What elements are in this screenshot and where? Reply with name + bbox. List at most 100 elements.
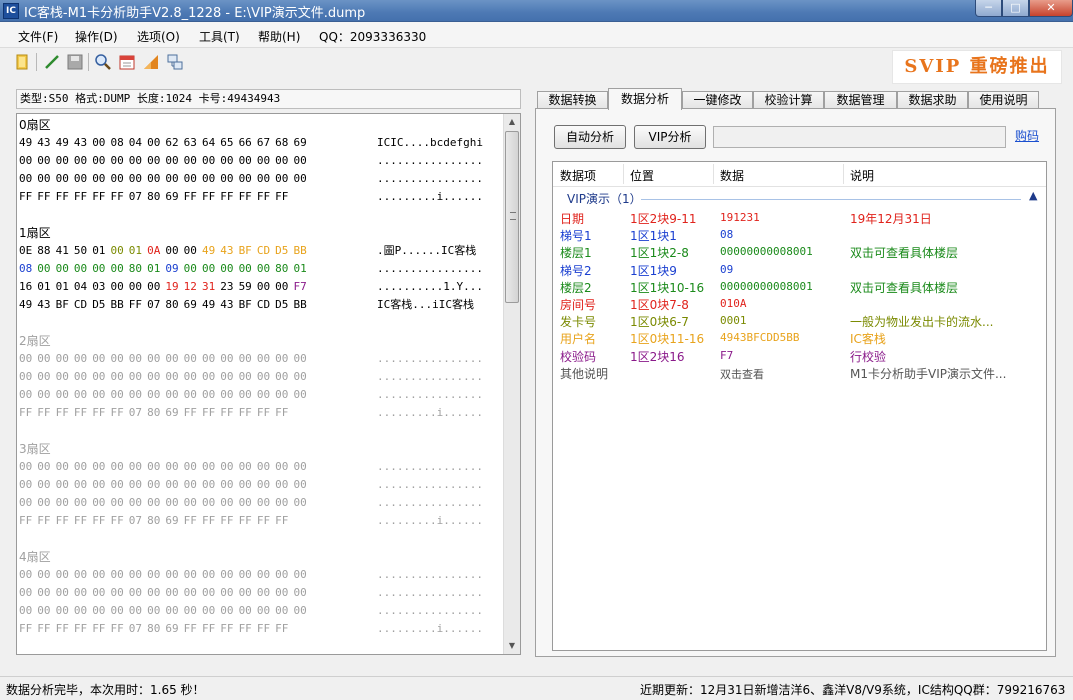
hex-byte: BB [293, 298, 307, 311]
hex-byte: 00 [55, 460, 69, 473]
scroll-down-arrow-icon[interactable]: ▼ [504, 638, 520, 654]
menu-file[interactable]: 文件(F) [18, 28, 58, 45]
hex-byte: 00 [19, 370, 33, 383]
auto-analyze-button[interactable]: 自动分析 [554, 125, 626, 149]
grid-cell-pos: 1区0块11-16 [630, 332, 705, 347]
analysis-grid[interactable]: 数据项 位置 数据 说明 VIP演示（1） ▲ 日期 1区2块9-11 191231… [552, 161, 1047, 651]
hex-byte: 00 [55, 568, 69, 581]
open-folder-icon[interactable] [14, 53, 32, 71]
hex-row[interactable]: 00 00 00 00 00 00 00 00 00 00 00 00 00 00 00 00........… [19, 458, 499, 476]
hex-row[interactable]: 08 00 00 00 00 00 80 01 09 00 00 00 00 00 80 01........… [19, 260, 499, 278]
grid-cell-desc: 一般为物业发出卡的流水... [850, 315, 994, 330]
hex-row[interactable]: 00 00 00 00 00 00 00 00 00 00 00 00 00 00 00 00........… [19, 494, 499, 512]
hex-dump-panel[interactable]: 0扇区 49 43 49 43 00 08 04 00 62 63 64 65 66 67 68 69 ICIC.… [16, 113, 521, 655]
maximize-button[interactable]: □ [1002, 0, 1029, 17]
svip-banner[interactable]: SVIP 重磅推出 [892, 50, 1062, 84]
scroll-up-arrow-icon[interactable]: ▲ [504, 114, 520, 130]
hex-byte: FF [256, 190, 271, 203]
card-info-bar: 类型:S50 格式:DUMP 长度:1024 卡号:49434943 [16, 89, 521, 109]
column-divider[interactable] [713, 164, 714, 184]
hex-byte: 00 [220, 604, 234, 617]
hex-byte: 00 [128, 352, 143, 365]
hex-byte: 49 [19, 298, 33, 311]
hex-row[interactable]: 49 43 49 43 00 08 04 00 62 63 64 65 66 67 68 69 ICIC....… [19, 134, 499, 152]
grid-row[interactable]: 校验码 1区2块16 F7 行校验 [553, 347, 1046, 364]
hex-scrollbar[interactable]: ▲ ▼ [503, 114, 520, 654]
hex-byte: 00 [238, 568, 252, 581]
grid-row[interactable]: 日期 1区2块9-11 191231 19年12月31日 [553, 209, 1046, 226]
hex-byte: 00 [147, 586, 161, 599]
grid-row[interactable]: 发卡号 1区0块6-7 0001 一般为物业发出卡的流水... [553, 312, 1046, 329]
sector-block: 3扇区 00 00 00 00 00 00 00 00 00 00 00 00 00 00 00 00.....… [19, 440, 499, 530]
grid-row[interactable]: 用户名 1区0块11-16 4943BFCDD5BB IC客栈 [553, 329, 1046, 346]
group-header[interactable]: VIP演示（1） ▲ [553, 189, 1046, 207]
hex-row[interactable]: 00 00 00 00 00 00 00 00 00 00 00 00 00 00 00 00........… [19, 170, 499, 188]
tab-data-analysis[interactable]: 数据分析 [608, 88, 682, 110]
hex-byte: 00 [19, 568, 33, 581]
hex-byte: 00 [37, 496, 51, 509]
save-disk-icon[interactable] [66, 53, 84, 71]
minimize-button[interactable]: ─ [975, 0, 1002, 17]
hex-byte: 00 [128, 460, 143, 473]
hex-byte: 69 [293, 136, 307, 149]
chevron-up-icon[interactable]: ▲ [1029, 189, 1037, 202]
hex-row[interactable]: 00 00 00 00 00 00 00 00 00 00 00 00 00 00 00 00........… [19, 584, 499, 602]
hex-byte: 88 [37, 244, 51, 257]
hex-row[interactable]: 00 00 00 00 00 00 00 00 00 00 00 00 00 00 00 00........… [19, 566, 499, 584]
edit-pen-icon[interactable] [43, 53, 61, 71]
hex-row[interactable]: FF FF FF FF FF FF 07 80 69 FF FF FF FF FF FF .........i… [19, 620, 499, 638]
hex-byte: 03 [92, 280, 106, 293]
hex-row[interactable]: 00 00 00 00 00 00 00 00 00 00 00 00 00 00 00 00........… [19, 368, 499, 386]
ascii-text: ................ [377, 478, 483, 491]
hex-byte: 00 [201, 388, 216, 401]
grid-row[interactable]: 梯号1 1区1块1 08 [553, 226, 1046, 243]
column-header-position[interactable]: 位置 [630, 167, 654, 184]
hex-row[interactable]: 00 00 00 00 00 00 00 00 00 00 00 00 00 00 00 00........… [19, 602, 499, 620]
grid-cell-item: 发卡号 [560, 315, 597, 330]
column-header-data[interactable]: 数据 [720, 167, 744, 184]
hex-row[interactable]: 00 00 00 00 00 00 00 00 00 00 00 00 00 00 00 00........… [19, 152, 499, 170]
grid-row[interactable]: 其他说明 双击查看 M1卡分析助手VIP演示文件... [553, 364, 1046, 381]
grip-icon [510, 212, 516, 220]
hex-row[interactable]: 16 01 01 04 03 00 00 00 19 12 31 23 59 00 00 F7........… [19, 278, 499, 296]
hex-row[interactable]: FF FF FF FF FF FF 07 80 69 FF FF FF FF FF FF .........i… [19, 188, 499, 206]
ascii-text: .圖P......IC客栈 [377, 244, 477, 257]
hex-byte: 00 [293, 496, 307, 509]
close-button[interactable]: ✕ [1029, 0, 1073, 17]
hex-byte: FF [201, 406, 216, 419]
status-bar: 数据分析完毕，本次用时：1.65 秒！ 近期更新：12月31日新增洁洋6、鑫洋V… [0, 676, 1073, 700]
grid-row[interactable]: 梯号2 1区1块9 09 [553, 261, 1046, 278]
hex-byte: 00 [128, 568, 143, 581]
buy-code-link[interactable]: 购码 [1015, 127, 1039, 144]
column-divider[interactable] [843, 164, 844, 184]
menu-tools[interactable]: 工具(T) [199, 28, 240, 45]
hex-row[interactable]: FF FF FF FF FF FF 07 80 69 FF FF FF FF FF FF .........i… [19, 512, 499, 530]
scroll-thumb[interactable] [505, 131, 519, 303]
hex-bytes: FF FF FF FF FF FF 07 80 69 FF FF FF FF FF FF [19, 512, 293, 530]
network-icon[interactable] [166, 53, 184, 71]
hex-row[interactable]: 00 00 00 00 00 00 00 00 00 00 00 00 00 00 00 00........… [19, 476, 499, 494]
column-header-item[interactable]: 数据项 [560, 167, 596, 184]
column-divider[interactable] [623, 164, 624, 184]
hex-byte: 00 [293, 460, 307, 473]
hex-byte: 00 [19, 496, 33, 509]
hex-byte: 00 [275, 370, 289, 383]
hex-byte: 64 [201, 136, 216, 149]
column-header-description[interactable]: 说明 [850, 167, 874, 184]
chart-icon[interactable] [142, 53, 160, 71]
hex-row[interactable]: 0E 88 41 50 01 00 01 0A 00 00 49 43 BF CD D5 BB .圖P.....… [19, 242, 499, 260]
menu-operate[interactable]: 操作(D) [75, 28, 118, 45]
hex-row[interactable]: 00 00 00 00 00 00 00 00 00 00 00 00 00 00 00 00........… [19, 350, 499, 368]
search-icon[interactable] [94, 53, 112, 71]
analysis-input[interactable] [713, 126, 1006, 148]
calendar-icon[interactable] [118, 53, 136, 71]
hex-row[interactable]: 00 00 00 00 00 00 00 00 00 00 00 00 00 00 00 00........… [19, 386, 499, 404]
grid-row[interactable]: 楼层1 1区1块2-8 00000000008001 双击可查看具体楼层 [553, 243, 1046, 260]
hex-row[interactable]: FF FF FF FF FF FF 07 80 69 FF FF FF FF FF FF .........i… [19, 404, 499, 422]
grid-row[interactable]: 房间号 1区0块7-8 010A [553, 295, 1046, 312]
menu-help[interactable]: 帮助(H) [258, 28, 300, 45]
menu-options[interactable]: 选项(O) [137, 28, 180, 45]
vip-analyze-button[interactable]: VIP分析 [634, 125, 706, 149]
grid-row[interactable]: 楼层2 1区1块10-16 00000000008001 双击可查看具体楼层 [553, 278, 1046, 295]
hex-row[interactable]: 49 43 BF CD D5 BB FF 07 80 69 49 43 BF CD D5 BB IC客栈...i… [19, 296, 499, 314]
